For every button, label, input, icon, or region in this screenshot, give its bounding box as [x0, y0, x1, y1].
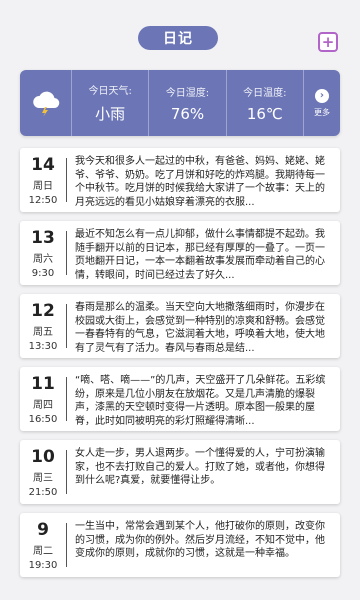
entry-time: 13:30: [28, 341, 58, 352]
weather-more-label: 更多: [313, 107, 330, 117]
entry-weekday: 周二: [33, 546, 53, 557]
app-header: 日记 +: [0, 0, 360, 64]
weather-icon-cell: [20, 70, 72, 136]
weather-condition-value: 小雨: [95, 105, 126, 123]
diary-entry[interactable]: 14 周日 12:50 我今天和很多人一起过的中秋，有爸爸、妈妈、姥姥、姥爷、爷…: [20, 148, 340, 212]
weather-temperature-value: 16℃: [246, 104, 283, 123]
entry-date: 13 周六 9:30: [20, 221, 66, 285]
weather-more-button[interactable]: › 更多: [304, 70, 340, 136]
entry-text: 女人走一步，男人退两步。一个懂得爱的人，宁可扮演输家，也不去打败自己的爱人。打败…: [75, 448, 325, 486]
entry-time: 21:50: [28, 487, 58, 498]
entry-text: 我今天和很多人一起过的中秋，有爸爸、妈妈、姥姥、姥爷、爷爷、奶奶。吃了月饼和好吃…: [75, 156, 325, 208]
entry-text: “嘀、嗒、嘀——”的几声，天空盛开了几朵鲜花。五彩缤纷，原来是几位小朋友在放烟花…: [75, 375, 326, 427]
entry-day: 9: [37, 520, 49, 540]
weather-condition: 今日天气: 小雨: [72, 70, 150, 136]
weather-humidity-label: 今日湿度:: [165, 87, 210, 99]
weather-humidity-value: 76%: [170, 104, 205, 123]
arrow-right-icon: ›: [314, 88, 329, 103]
entry-day: 13: [31, 228, 55, 248]
entry-time: 16:50: [28, 414, 58, 425]
diary-list: 14 周日 12:50 我今天和很多人一起过的中秋，有爸爸、妈妈、姥姥、姥爷、爷…: [20, 148, 340, 586]
entry-day: 12: [31, 301, 55, 321]
weather-temperature-label: 今日温度:: [243, 87, 287, 99]
entry-text: 最近不知怎么有一点儿抑郁，做什么事情都提不起劲。我随手翻开以前的日记本，那已经有…: [75, 229, 325, 281]
entry-weekday: 周五: [33, 327, 53, 338]
entry-weekday: 周六: [33, 254, 53, 265]
entry-date: 10 周三 21:50: [20, 440, 66, 504]
weather-card: 今日天气: 小雨 今日湿度: 76% 今日温度: 16℃ › 更多: [20, 70, 340, 136]
weather-temperature: 今日温度: 16℃: [227, 70, 304, 136]
entry-text: 春雨是那么的温柔。当天空向大地撒落细雨时，你漫步在校园或大街上，会感觉到一种特别…: [75, 302, 325, 354]
diary-entry[interactable]: 10 周三 21:50 女人走一步，男人退两步。一个懂得爱的人，宁可扮演输家，也…: [20, 440, 340, 504]
diary-entry[interactable]: 11 周四 16:50 “嘀、嗒、嘀——”的几声，天空盛开了几朵鲜花。五彩缤纷，…: [20, 367, 340, 431]
entry-day: 10: [31, 447, 55, 467]
weather-humidity: 今日湿度: 76%: [149, 70, 227, 136]
entry-time: 12:50: [28, 195, 58, 206]
page-title: 日记: [138, 26, 218, 50]
entry-date: 12 周五 13:30: [20, 294, 66, 358]
add-entry-button[interactable]: +: [318, 32, 338, 52]
entry-date: 9 周二 19:30: [20, 513, 66, 577]
diary-entry[interactable]: 13 周六 9:30 最近不知怎么有一点儿抑郁，做什么事情都提不起劲。我随手翻开…: [20, 221, 340, 285]
entry-date: 14 周日 12:50: [20, 148, 66, 212]
entry-day: 11: [31, 374, 55, 394]
cloud-lightning-icon: [32, 91, 59, 116]
entry-weekday: 周四: [33, 400, 53, 411]
plus-icon: +: [321, 32, 335, 51]
entry-weekday: 周日: [33, 181, 53, 192]
entry-weekday: 周三: [33, 473, 53, 484]
entry-date: 11 周四 16:50: [20, 367, 66, 431]
diary-entry[interactable]: 12 周五 13:30 春雨是那么的温柔。当天空向大地撒落细雨时，你漫步在校园或…: [20, 294, 340, 358]
entry-time: 19:30: [28, 560, 58, 571]
diary-entry[interactable]: 9 周二 19:30 一生当中，常常会遇到某个人，他打破你的原则，改变你的习惯，…: [20, 513, 340, 577]
entry-time: 9:30: [31, 268, 55, 279]
entry-day: 14: [31, 155, 55, 175]
weather-condition-label: 今日天气:: [88, 86, 132, 97]
entry-text: 一生当中，常常会遇到某个人，他打破你的原则，改变你的习惯，成为你的例外。然后岁月…: [75, 521, 325, 559]
